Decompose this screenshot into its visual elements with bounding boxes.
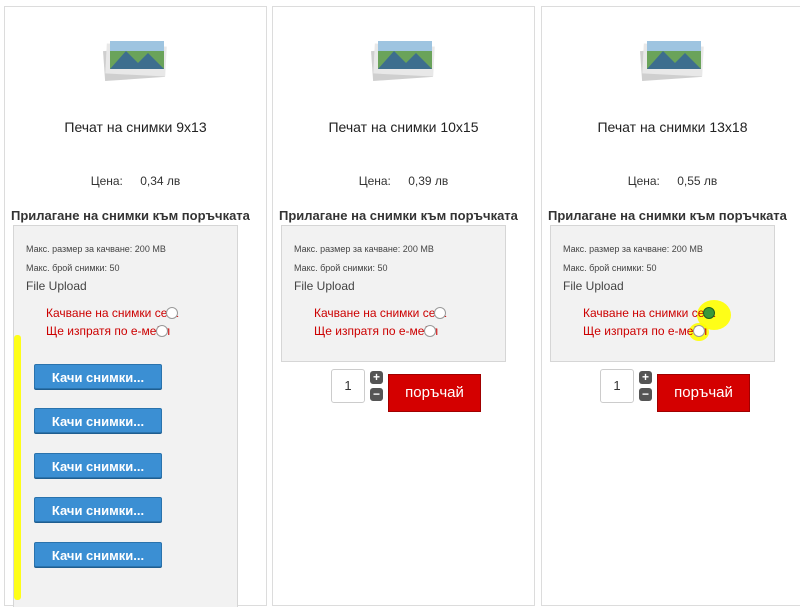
max-count-text: Макс. брой снимки: 50 [26, 263, 120, 273]
radio-email[interactable] [424, 325, 436, 337]
radio-email[interactable] [156, 325, 168, 337]
upload-photos-button[interactable]: Качи снимки... [34, 497, 162, 522]
plus-icon[interactable]: + [639, 371, 652, 384]
price-row: Цена: 0,55 лв [542, 174, 800, 188]
attach-heading: Прилагане на снимки към поръчката [11, 208, 250, 223]
option-upload-now-label[interactable]: Качване на снимки сега [46, 306, 178, 320]
max-size-text: Макс. размер за качване: 200 MB [294, 244, 434, 254]
photo-stack-icon [639, 41, 704, 82]
file-upload-label: File Upload [26, 279, 87, 293]
price-value: 0,55 лв [677, 174, 718, 188]
price-row: Цена: 0,39 лв [273, 174, 534, 188]
max-size-text: Макс. размер за качване: 200 MB [563, 244, 703, 254]
file-upload-label: File Upload [294, 279, 355, 293]
option-upload-now-label[interactable]: Качване на снимки сега [583, 306, 715, 320]
option-email-label[interactable]: Ще изпратя по е-мейл [583, 324, 707, 338]
minus-icon[interactable]: − [639, 388, 652, 401]
product-card-10x15: Печат на снимки 10x15 Цена: 0,39 лв Прил… [272, 6, 535, 606]
attach-heading: Прилагане на снимки към поръчката [279, 208, 518, 223]
order-button[interactable]: поръчай [657, 374, 750, 412]
quantity-input[interactable]: 1 [331, 369, 365, 403]
price-label: Цена: [90, 174, 123, 188]
product-card-13x18: Печат на снимки 13x18 Цена: 0,55 лв Прил… [541, 6, 800, 606]
price-value: 0,39 лв [408, 174, 449, 188]
quantity-input[interactable]: 1 [600, 369, 634, 403]
highlight-line [14, 335, 21, 600]
product-card-9x13: Печат на снимки 9x13 Цена: 0,34 лв Прила… [4, 6, 267, 607]
price-value: 0,34 лв [140, 174, 181, 188]
attach-heading: Прилагане на снимки към поръчката [548, 208, 787, 223]
radio-upload-now[interactable] [434, 307, 446, 319]
photo-stack-icon [370, 41, 435, 82]
upload-photos-button[interactable]: Качи снимки... [34, 408, 162, 433]
minus-icon[interactable]: − [370, 388, 383, 401]
upload-box: Макс. размер за качване: 200 MB Макс. бр… [13, 225, 238, 607]
order-button[interactable]: поръчай [388, 374, 481, 412]
max-count-text: Макс. брой снимки: 50 [563, 263, 657, 273]
radio-upload-now[interactable] [166, 307, 178, 319]
price-row: Цена: 0,34 лв [5, 174, 266, 188]
upload-box: Макс. размер за качване: 200 MB Макс. бр… [281, 225, 506, 362]
max-size-text: Макс. размер за качване: 200 MB [26, 244, 166, 254]
price-label: Цена: [358, 174, 391, 188]
upload-photos-button[interactable]: Качи снимки... [34, 542, 162, 567]
max-count-text: Макс. брой снимки: 50 [294, 263, 388, 273]
radio-upload-now[interactable] [703, 307, 715, 319]
radio-email[interactable] [693, 325, 705, 337]
product-title: Печат на снимки 10x15 [328, 119, 479, 135]
price-label: Цена: [627, 174, 660, 188]
photo-stack-icon [102, 41, 167, 82]
file-upload-label: File Upload [563, 279, 624, 293]
option-email-label[interactable]: Ще изпратя по е-мейл [314, 324, 438, 338]
option-email-label[interactable]: Ще изпратя по е-мейл [46, 324, 170, 338]
upload-box: Макс. размер за качване: 200 MB Макс. бр… [550, 225, 775, 362]
upload-photos-button[interactable]: Качи снимки... [34, 364, 162, 389]
product-title: Печат на снимки 13x18 [597, 119, 748, 135]
plus-icon[interactable]: + [370, 371, 383, 384]
product-title: Печат на снимки 9x13 [64, 119, 207, 135]
upload-photos-button[interactable]: Качи снимки... [34, 453, 162, 478]
option-upload-now-label[interactable]: Качване на снимки сега [314, 306, 446, 320]
